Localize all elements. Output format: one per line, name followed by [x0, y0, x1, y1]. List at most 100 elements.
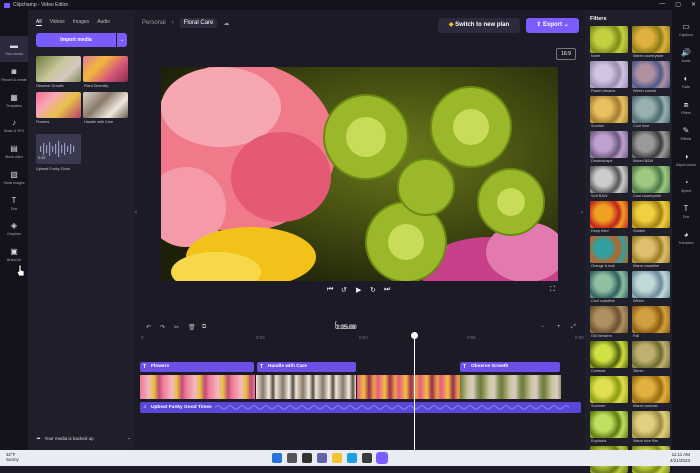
- prop-fade[interactable]: ◐ Fade: [672, 74, 700, 89]
- forward-5s-button[interactable]: ↻: [370, 286, 376, 294]
- breadcrumb-personal[interactable]: Personal: [142, 20, 166, 26]
- video-clip-plant-diversity[interactable]: [357, 375, 460, 399]
- prop-transition[interactable]: ◕ Transition: [672, 230, 700, 245]
- video-clip-observe-growth[interactable]: [460, 375, 561, 399]
- filter-thumbnail[interactable]: [632, 376, 670, 403]
- filter-thumbnail[interactable]: [632, 166, 670, 193]
- filter-thumbnail[interactable]: [590, 131, 628, 158]
- clip-label-handle-with-care[interactable]: Handle with Care: [257, 362, 356, 372]
- filter-thumbnail[interactable]: [590, 341, 628, 368]
- prop-text[interactable]: T Text: [672, 204, 700, 219]
- clip-label-observe-growth[interactable]: Observe Growth: [460, 362, 560, 372]
- aspect-ratio-button[interactable]: 16:9: [556, 48, 576, 60]
- filter-thumbnail[interactable]: [590, 26, 628, 53]
- clip-label-flowers[interactable]: Flowers: [140, 362, 254, 372]
- filter-thumbnail[interactable]: [590, 376, 628, 403]
- filter-thumbnail[interactable]: [632, 201, 670, 228]
- media-item-handle-with-care[interactable]: [83, 92, 128, 118]
- transition-icon: ◕: [683, 230, 689, 239]
- prop-filters[interactable]: ⧈ Filters: [672, 100, 700, 115]
- tab-videos[interactable]: Videos: [50, 19, 65, 26]
- filter-thumbnail[interactable]: [632, 306, 670, 333]
- prop-adjust-colors[interactable]: ◑ Adjust colors: [672, 152, 700, 167]
- prop-speed[interactable]: ◔ Speed: [672, 178, 700, 193]
- nav-stock-images[interactable]: ▧ Stock images: [0, 170, 28, 185]
- system-clock[interactable]: 11:11 AM 4/21/2023: [670, 452, 690, 463]
- project-title[interactable]: Floral Care: [179, 18, 218, 28]
- media-item-observe-growth[interactable]: [36, 56, 81, 82]
- filter-label: Golden: [633, 229, 646, 233]
- filter-thumbnail[interactable]: [590, 166, 628, 193]
- nav-music-sfx[interactable]: ♪ Music & SFX: [0, 118, 28, 133]
- filter-thumbnail[interactable]: [590, 236, 628, 263]
- minimize-button[interactable]: —: [659, 1, 665, 8]
- filter-thumbnail[interactable]: [632, 411, 670, 438]
- playhead[interactable]: [414, 333, 415, 450]
- chat-icon[interactable]: [317, 453, 327, 463]
- nav-brand-kit[interactable]: ▣ Brand kit: [0, 247, 28, 262]
- maximize-button[interactable]: ▢: [675, 1, 681, 8]
- export-button[interactable]: ⇪ Export ⌄: [526, 18, 579, 33]
- nav-templates[interactable]: ▦ Templates: [0, 93, 28, 108]
- tab-all[interactable]: All: [36, 19, 42, 26]
- edge-icon[interactable]: [347, 453, 357, 463]
- filter-thumbnail[interactable]: [632, 271, 670, 298]
- weather-widget[interactable]: 32°F Sunny: [6, 452, 19, 462]
- filter-thumbnail[interactable]: [632, 61, 670, 88]
- collapse-left-panel-button[interactable]: ‹: [135, 210, 137, 216]
- filter-thumbnail[interactable]: [632, 341, 670, 368]
- filter-thumbnail[interactable]: [632, 236, 670, 263]
- nav-stock-video[interactable]: ▤ Stock video: [0, 144, 28, 159]
- file-explorer-icon[interactable]: [332, 453, 342, 463]
- filter-thumbnail[interactable]: [590, 201, 628, 228]
- close-button[interactable]: ✕: [691, 1, 696, 8]
- media-item-flowers[interactable]: [36, 92, 81, 118]
- filter-thumbnail[interactable]: [590, 61, 628, 88]
- prop-effects[interactable]: ✎ Effects: [672, 126, 700, 141]
- filter-thumbnail[interactable]: [590, 306, 628, 333]
- media-item-audio[interactable]: 0:20: [36, 134, 81, 164]
- minus-icon: −: [541, 324, 545, 330]
- tab-audio[interactable]: Audio: [97, 19, 110, 26]
- audio-clip[interactable]: ♫ Upbeat Funky Good Times: [140, 402, 581, 413]
- clipchamp-logo-icon: [4, 2, 10, 8]
- start-button[interactable]: [272, 453, 282, 463]
- window-title: Clipchamp - Video Editor: [13, 2, 69, 8]
- tab-images[interactable]: Images: [73, 19, 89, 26]
- media-item-plant-diversity[interactable]: [83, 56, 128, 82]
- search-icon[interactable]: [287, 453, 297, 463]
- filter-thumbnail[interactable]: [632, 131, 670, 158]
- audio-icon: 🔊: [681, 48, 691, 57]
- nav-your-media[interactable]: ▬ Your media: [0, 36, 28, 62]
- play-button[interactable]: ▶: [356, 286, 361, 294]
- backup-status[interactable]: ☁ Your media is backed up ⌄: [36, 435, 131, 441]
- filter-thumbnail[interactable]: [590, 411, 628, 438]
- nav-text[interactable]: T Text: [0, 196, 28, 211]
- prop-captions[interactable]: ▭ Captions: [672, 22, 700, 37]
- video-clip-flowers[interactable]: [140, 375, 255, 399]
- video-clip-handle-with-care[interactable]: [256, 375, 356, 399]
- clipchamp-taskbar-icon[interactable]: [376, 452, 388, 464]
- import-media-button[interactable]: Import media: [36, 33, 116, 47]
- filter-thumbnail[interactable]: [632, 96, 670, 123]
- switch-plan-button[interactable]: ◆ Switch to new plan: [438, 18, 520, 33]
- nav-graphics[interactable]: ◈ Graphics: [0, 221, 28, 236]
- skip-back-button[interactable]: ⏮: [327, 286, 333, 294]
- playhead-handle[interactable]: [411, 332, 418, 339]
- filter-thumbnail[interactable]: [590, 271, 628, 298]
- nav-record-create[interactable]: ◙ Record & create: [0, 67, 28, 82]
- filter-thumbnail[interactable]: [632, 26, 670, 53]
- prop-audio[interactable]: 🔊 Audio: [672, 48, 700, 63]
- fullscreen-button[interactable]: ⛶: [550, 286, 555, 294]
- task-view-icon[interactable]: [302, 453, 312, 463]
- chevron-right-icon: ›: [171, 20, 174, 26]
- collapse-right-panel-button[interactable]: ‹: [581, 210, 583, 216]
- filter-thumbnail[interactable]: [590, 96, 628, 123]
- skip-forward-button[interactable]: ⏭: [384, 286, 390, 294]
- rewind-5s-button[interactable]: ↺: [341, 286, 347, 294]
- stock-images-icon: ▧: [10, 170, 18, 179]
- video-preview[interactable]: [161, 67, 558, 281]
- store-icon[interactable]: [362, 453, 372, 463]
- filter-label: Pastel dreams: [591, 89, 616, 93]
- import-dropdown-button[interactable]: ⌄: [117, 33, 127, 47]
